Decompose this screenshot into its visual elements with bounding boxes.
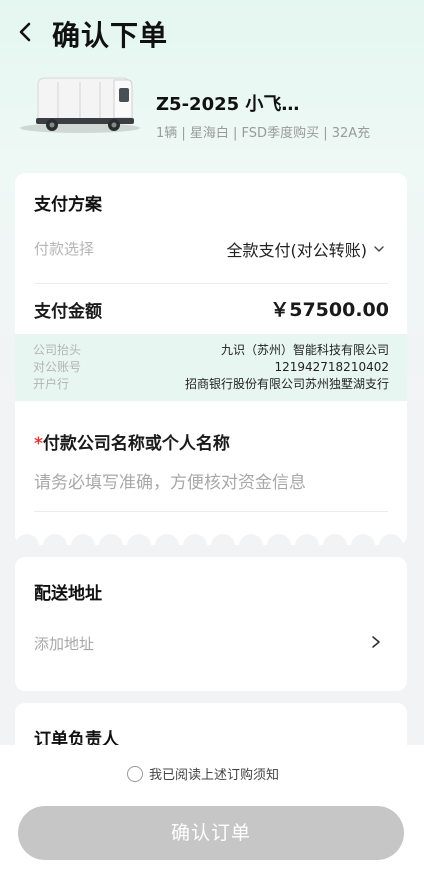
chevron-down-icon bbox=[374, 246, 384, 252]
company-label: 公司抬头 bbox=[33, 343, 82, 357]
payment-card: 支付方案 付款选择 全款支付(对公转账) 支付金额 ￥57500.00 公司抬头… bbox=[15, 173, 407, 545]
account-label: 对公账号 bbox=[33, 360, 82, 374]
payment-method-label: 付款选择 bbox=[34, 240, 95, 258]
bank-row: 开户行 招商银行股份有限公司苏州独墅湖支行 bbox=[33, 376, 389, 393]
agreement-checkbox[interactable]: 我已阅读上述订购须知 bbox=[127, 764, 279, 783]
page-title: 确认下单 bbox=[52, 19, 169, 52]
bottom-bar: 我已阅读上述订购须知 确认订单 bbox=[0, 745, 424, 884]
amount-value: ￥57500.00 bbox=[270, 299, 389, 321]
product-name: Z5-2025 小飞… bbox=[156, 94, 300, 115]
product-spec: 1辆 | 星海白 | FSD季度购买 | 32A充 bbox=[156, 126, 371, 141]
divider bbox=[34, 283, 388, 284]
payer-name-label: *付款公司名称或个人名称 bbox=[34, 429, 230, 454]
confirm-order-button[interactable]: 确认订单 bbox=[18, 806, 404, 860]
bank-value: 招商银行股份有限公司苏州独墅湖支行 bbox=[184, 377, 389, 391]
amount-label: 支付金额 bbox=[34, 302, 102, 322]
vehicle-image bbox=[20, 77, 140, 133]
add-address-label: 添加地址 bbox=[34, 635, 95, 653]
payment-method-value: 全款支付(对公转账) bbox=[226, 241, 368, 260]
chevron-right-icon bbox=[372, 636, 380, 648]
back-arrow-icon[interactable] bbox=[14, 20, 38, 44]
account-value: 121942718210402 bbox=[274, 360, 389, 374]
payment-section-title: 支付方案 bbox=[34, 195, 102, 215]
company-value: 九识（苏州）智能科技有限公司 bbox=[220, 343, 389, 357]
payer-name-input[interactable] bbox=[34, 473, 384, 493]
account-row: 对公账号 121942718210402 bbox=[33, 359, 389, 376]
divider bbox=[34, 511, 388, 512]
required-mark: * bbox=[34, 434, 43, 454]
company-row: 公司抬头 九识（苏州）智能科技有限公司 bbox=[33, 342, 389, 359]
address-section-title: 配送地址 bbox=[34, 584, 102, 604]
bank-label: 开户行 bbox=[33, 377, 70, 391]
bank-account-info: 公司抬头 九识（苏州）智能科技有限公司 对公账号 121942718210402… bbox=[15, 334, 407, 401]
address-card[interactable]: 配送地址 添加地址 bbox=[15, 557, 407, 691]
payer-name-label-text: 付款公司名称或个人名称 bbox=[42, 434, 230, 454]
agreement-text: 我已阅读上述订购须知 bbox=[149, 768, 280, 783]
payment-method-select[interactable]: 全款支付(对公转账) bbox=[227, 237, 386, 261]
radio-icon[interactable] bbox=[127, 765, 143, 782]
scallop-edge bbox=[15, 525, 407, 545]
